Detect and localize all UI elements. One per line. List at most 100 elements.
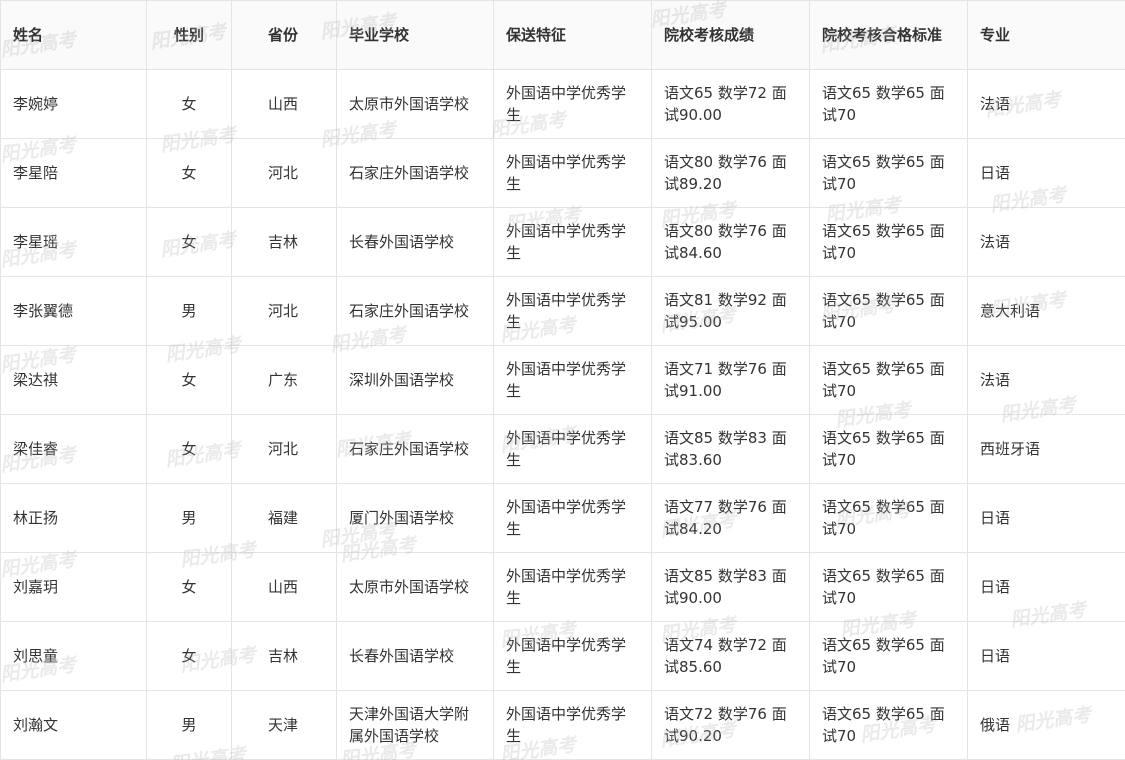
cell-gender: 女: [146, 207, 232, 277]
cell-province: 天津: [231, 690, 337, 760]
cell-standard: 语文65 数学65 面试70: [809, 276, 968, 346]
table-row: 李张翼德男河北 石家庄外国语学校 外国语中学优秀学生 语文81 数学92 面试95.0…: [0, 276, 1125, 346]
header-school: 毕业学校: [336, 0, 494, 70]
table-row: 李星陪女河北 石家庄外国语学校 外国语中学优秀学生 语文80 数学76 面试89.20…: [0, 138, 1125, 208]
cell-gender: 男: [146, 690, 232, 760]
table-row: 李星瑶女吉林 长春外国语学校 外国语中学优秀学生 语文80 数学76 面试84.60 语…: [0, 207, 1125, 277]
header-row: 姓名 性别 省份 毕业学校 保送特征 院校考核成绩 院校考核合格标准 专业: [0, 0, 1125, 70]
header-gender: 性别: [146, 0, 232, 70]
table-header: 姓名 性别 省份 毕业学校 保送特征 院校考核成绩 院校考核合格标准 专业: [0, 0, 1125, 70]
cell-province: 河北: [231, 138, 337, 208]
cell-school: 长春外国语学校: [336, 621, 494, 691]
cell-school: 天津外国语大学附属外国语学校: [336, 690, 494, 760]
cell-school: 太原市外国语学校: [336, 69, 494, 139]
cell-score: 语文80 数学76 面试89.20: [651, 138, 810, 208]
cell-standard: 语文65 数学65 面试70: [809, 345, 968, 415]
cell-feature: 外国语中学优秀学生: [493, 345, 652, 415]
table-row: 李婉婷女山西 太原市外国语学校 外国语中学优秀学生 语文65 数学72 面试90.00…: [0, 69, 1125, 139]
cell-standard: 语文65 数学65 面试70: [809, 483, 968, 553]
cell-standard: 语文65 数学65 面试70: [809, 138, 968, 208]
cell-score: 语文77 数学76 面试84.20: [651, 483, 810, 553]
cell-name: 李婉婷: [0, 69, 147, 139]
cell-gender: 女: [146, 621, 232, 691]
cell-standard: 语文65 数学65 面试70: [809, 621, 968, 691]
cell-school: 长春外国语学校: [336, 207, 494, 277]
cell-name: 李星陪: [0, 138, 147, 208]
cell-school: 石家庄外国语学校: [336, 414, 494, 484]
cell-feature: 外国语中学优秀学生: [493, 138, 652, 208]
cell-feature: 外国语中学优秀学生: [493, 207, 652, 277]
table-row: 梁达祺女广东 深圳外国语学校 外国语中学优秀学生 语文71 数学76 面试91.00 语…: [0, 345, 1125, 415]
header-standard: 院校考核合格标准: [809, 0, 968, 70]
cell-feature: 外国语中学优秀学生: [493, 621, 652, 691]
header-major: 专业: [967, 0, 1125, 70]
cell-school: 厦门外国语学校: [336, 483, 494, 553]
cell-province: 福建: [231, 483, 337, 553]
cell-name: 李星瑶: [0, 207, 147, 277]
cell-score: 语文72 数学76 面试90.20: [651, 690, 810, 760]
cell-school: 石家庄外国语学校: [336, 138, 494, 208]
cell-feature: 外国语中学优秀学生: [493, 69, 652, 139]
cell-major: 法语: [967, 345, 1125, 415]
cell-province: 吉林: [231, 207, 337, 277]
cell-score: 语文65 数学72 面试90.00: [651, 69, 810, 139]
cell-major: 法语: [967, 69, 1125, 139]
cell-feature: 外国语中学优秀学生: [493, 552, 652, 622]
cell-gender: 女: [146, 138, 232, 208]
cell-major: 日语: [967, 552, 1125, 622]
cell-name: 李张翼德: [0, 276, 147, 346]
cell-score: 语文85 数学83 面试83.60: [651, 414, 810, 484]
table-row: 刘瀚文男天津 天津外国语大学附属外国语学校 外国语中学优秀学生 语文72 数学76 面…: [0, 690, 1125, 760]
table-row: 刘思童女吉林 长春外国语学校 外国语中学优秀学生 语文74 数学72 面试85.60 语…: [0, 621, 1125, 691]
cell-major: 俄语: [967, 690, 1125, 760]
cell-standard: 语文65 数学65 面试70: [809, 690, 968, 760]
header-score: 院校考核成绩: [651, 0, 810, 70]
cell-major: 西班牙语: [967, 414, 1125, 484]
cell-feature: 外国语中学优秀学生: [493, 414, 652, 484]
header-name: 姓名: [0, 0, 147, 70]
cell-province: 山西: [231, 552, 337, 622]
cell-name: 林正扬: [0, 483, 147, 553]
table-body: 李婉婷女山西 太原市外国语学校 外国语中学优秀学生 语文65 数学72 面试90.00…: [0, 69, 1125, 760]
cell-score: 语文80 数学76 面试84.60: [651, 207, 810, 277]
cell-standard: 语文65 数学65 面试70: [809, 207, 968, 277]
cell-feature: 外国语中学优秀学生: [493, 276, 652, 346]
cell-province: 吉林: [231, 621, 337, 691]
cell-score: 语文71 数学76 面试91.00: [651, 345, 810, 415]
cell-gender: 男: [146, 276, 232, 346]
table-row: 刘嘉玥女山西 太原市外国语学校 外国语中学优秀学生 语文85 数学83 面试90.00…: [0, 552, 1125, 622]
cell-name: 梁达祺: [0, 345, 147, 415]
cell-name: 刘瀚文: [0, 690, 147, 760]
header-feature: 保送特征: [493, 0, 652, 70]
cell-province: 河北: [231, 414, 337, 484]
cell-standard: 语文65 数学65 面试70: [809, 414, 968, 484]
cell-gender: 女: [146, 69, 232, 139]
cell-gender: 女: [146, 414, 232, 484]
table-row: 梁佳睿女河北 石家庄外国语学校 外国语中学优秀学生 语文85 数学83 面试83.60…: [0, 414, 1125, 484]
cell-province: 山西: [231, 69, 337, 139]
cell-school: 深圳外国语学校: [336, 345, 494, 415]
cell-name: 刘思童: [0, 621, 147, 691]
cell-standard: 语文65 数学65 面试70: [809, 69, 968, 139]
cell-feature: 外国语中学优秀学生: [493, 483, 652, 553]
cell-name: 刘嘉玥: [0, 552, 147, 622]
cell-feature: 外国语中学优秀学生: [493, 690, 652, 760]
cell-score: 语文81 数学92 面试95.00: [651, 276, 810, 346]
cell-school: 石家庄外国语学校: [336, 276, 494, 346]
cell-name: 梁佳睿: [0, 414, 147, 484]
admission-table: 姓名 性别 省份 毕业学校 保送特征 院校考核成绩 院校考核合格标准 专业 李婉…: [0, 0, 1125, 760]
cell-gender: 男: [146, 483, 232, 553]
header-province: 省份: [231, 0, 337, 70]
cell-province: 广东: [231, 345, 337, 415]
cell-major: 日语: [967, 621, 1125, 691]
cell-gender: 女: [146, 552, 232, 622]
cell-major: 日语: [967, 483, 1125, 553]
table-row: 林正扬男福建 厦门外国语学校 外国语中学优秀学生 语文77 数学76 面试84.20 语…: [0, 483, 1125, 553]
cell-score: 语文74 数学72 面试85.60: [651, 621, 810, 691]
cell-school: 太原市外国语学校: [336, 552, 494, 622]
cell-standard: 语文65 数学65 面试70: [809, 552, 968, 622]
cell-major: 意大利语: [967, 276, 1125, 346]
cell-major: 日语: [967, 138, 1125, 208]
cell-province: 河北: [231, 276, 337, 346]
cell-score: 语文85 数学83 面试90.00: [651, 552, 810, 622]
